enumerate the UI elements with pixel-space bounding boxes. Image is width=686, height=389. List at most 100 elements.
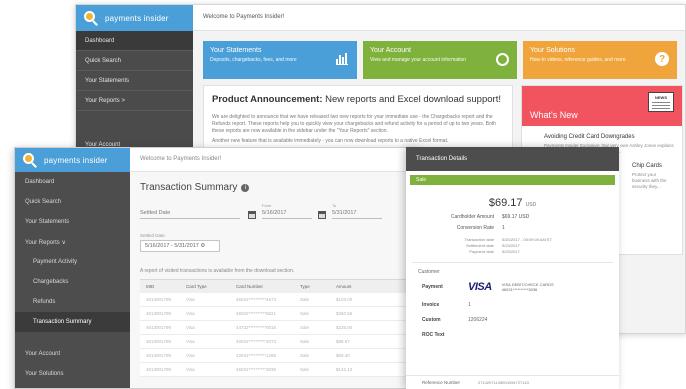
calendar-icon[interactable] (248, 211, 256, 219)
top-bar: Welcome to Payments Insider! (130, 148, 419, 172)
announcement-body-2: Another new feature that is available im… (212, 138, 449, 144)
sidebar-item-your-account[interactable]: Your Account (15, 344, 130, 364)
table-cell: Visa (186, 311, 195, 316)
invoice-row: Invoice 1 (422, 302, 471, 308)
date-type-select[interactable]: Settled Date (140, 207, 240, 219)
table-row[interactable]: 4613001799 Visa 44732**********0015 Sale $22… (140, 321, 418, 335)
payment-row: Payment VISA VISA DEBIT/CHECK CARDS 46031… (422, 281, 554, 293)
column-header[interactable]: Card Number (236, 284, 300, 289)
panel-title: Transaction Details (406, 147, 619, 171)
bar-chart-icon (335, 52, 349, 66)
from-date-field[interactable]: 5/16/2017 (262, 207, 312, 219)
magnifier-logo-icon (84, 11, 100, 26)
table-cell: 46031**********4573 (236, 297, 277, 302)
table-cell: Visa (186, 353, 195, 358)
sidebar-item-chargebacks[interactable]: Chargebacks (15, 272, 130, 292)
table-cell: $88.67 (336, 339, 350, 344)
sidebar-item-payment-activity[interactable]: Payment Activity (15, 252, 130, 272)
top-bar: Welcome to Payments Insider! (193, 5, 685, 31)
table-cell: Visa (186, 325, 195, 330)
column-header[interactable]: Type (300, 284, 336, 289)
tile-title: Your Solutions (530, 47, 575, 54)
date-range-chip[interactable]: 5/16/2017 - 5/31/2017 ⚙ (140, 240, 220, 252)
settings-icon[interactable]: ⚙ (200, 243, 205, 249)
visa-logo: VISA (468, 281, 492, 293)
app-logo[interactable]: payments insider (15, 148, 130, 172)
date-list: Transaction date 5/20/2017 - 05:09:00 AM … (406, 237, 619, 254)
table-cell: 40031**********4073 (236, 339, 277, 344)
magnifier-logo-icon (23, 153, 39, 168)
table-cell: 43031**********1285 (236, 353, 277, 358)
custom-row: Custom 1206224 (422, 317, 488, 323)
quick-tiles: Your Statements Deposits, chargebacks, f… (203, 41, 677, 79)
table-cell: 44732**********0015 (236, 325, 277, 330)
table-cell: Visa (186, 367, 195, 372)
table-cell: 46031**********3036 (236, 367, 277, 372)
conversion-rate-row: Conversion Rate 1 (456, 225, 505, 231)
table-cell: 4613001799 (146, 353, 172, 358)
table-row[interactable]: 4613001799 Visa 46031**********4573 Sale $10… (140, 293, 418, 307)
sidebar-item-reports[interactable]: Your Reports > (76, 91, 193, 111)
card-info: VISA DEBIT/CHECK CARDS 46031**********303… (501, 282, 554, 292)
page-title: Transaction Summary i (140, 182, 419, 193)
table-cell: Visa (186, 339, 195, 344)
newspaper-icon: NEWS (648, 92, 674, 112)
sidebar-item-dashboard[interactable]: Dashboard (15, 172, 130, 192)
sidebar-item-quick-search[interactable]: Quick Search (76, 51, 193, 71)
sidebar-item-your-solutions[interactable]: Your Solutions (15, 364, 130, 384)
announcement-title: Product Announcement: New reports and Ex… (212, 94, 501, 105)
column-header[interactable]: MID (140, 284, 186, 289)
table-cell: Sale (300, 367, 310, 372)
table-cell: Sale (300, 311, 310, 316)
table-cell: Sale (300, 297, 310, 302)
table-row[interactable]: 4613001799 Visa 43031**********1285 Sale $69… (140, 349, 418, 363)
roc-text-row: ROC Text (422, 332, 445, 338)
user-icon (495, 52, 509, 66)
tile-statements[interactable]: Your Statements Deposits, chargebacks, f… (203, 41, 357, 79)
sidebar-item-quick-search[interactable]: Quick Search (15, 192, 130, 212)
table-cell: $69.40 (336, 353, 350, 358)
table-cell: 4613001799 (146, 339, 172, 344)
question-icon: ? (655, 52, 669, 66)
table-row[interactable]: 4613001799 Visa 46032**********6521 Sale $36… (140, 307, 418, 321)
app-logo[interactable]: payments insider (76, 5, 193, 31)
sidebar-item-statements[interactable]: Your Statements (76, 71, 193, 91)
date-row: Transaction date 5/20/2017 - 05:09:00 AM … (464, 237, 553, 242)
tile-subtitle: How-to videos, reference guides, and mor… (530, 57, 626, 63)
date-row: Settlement date 5/23/2017 (465, 243, 520, 248)
cardholder-amount-row: Cardholder Amount $69.17 USD (450, 214, 530, 220)
info-icon[interactable]: i (241, 184, 250, 192)
column-header[interactable]: Amount (336, 284, 386, 289)
sidebar-item-dashboard[interactable]: Dashboard (76, 31, 193, 51)
table-cell: Visa (186, 297, 195, 302)
divider (412, 262, 613, 263)
table-row[interactable]: 4613001799 Visa 46031**********3036 Sale $14… (140, 363, 418, 377)
table-cell: 4613001799 (146, 297, 172, 302)
sidebar-item-your-statements[interactable]: Your Statements (15, 212, 130, 232)
transaction-summary-main: Transaction Summary i Settled Date From 5… (130, 172, 419, 388)
table-cell: $360.56 (336, 311, 353, 316)
tile-account[interactable]: Your Account View and manage your accoun… (363, 41, 517, 79)
tile-solutions[interactable]: Your Solutions How-to videos, reference … (523, 41, 677, 79)
sidebar-item-transaction-summary[interactable]: Transaction Summary (15, 312, 130, 332)
table-row[interactable]: 4613001799 Visa 40031**********4073 Sale $88… (140, 335, 418, 349)
transactions-table: MID Card Type Card Number Type Amount 46… (140, 279, 418, 377)
tile-title: Your Statements (210, 47, 262, 54)
tile-title: Your Account (370, 47, 411, 54)
table-cell: $225.00 (336, 325, 353, 330)
transaction-summary-window: payments insider Welcome to Payments Ins… (14, 147, 420, 389)
sidebar: Dashboard Quick Search Your Statements Your… (15, 172, 130, 388)
to-date-field[interactable]: 5/31/2017 (332, 207, 382, 219)
table-cell: $103.00 (336, 297, 353, 302)
table-cell: 4613001799 (146, 367, 172, 372)
transaction-type-bar: Sale (410, 175, 615, 185)
transaction-amount: $69.17 USD (488, 197, 537, 209)
table-cell: 4613001799 (146, 311, 172, 316)
table-cell: 46032**********6521 (236, 311, 277, 316)
calendar-icon[interactable] (318, 211, 326, 219)
table-cell: Sale (300, 325, 310, 330)
tile-subtitle: View and manage your account information (370, 57, 467, 63)
column-header[interactable]: Card Type (186, 284, 236, 289)
sidebar-item-your-reports[interactable]: Your Reports ∨ (15, 232, 130, 252)
sidebar-item-refunds[interactable]: Refunds (15, 292, 130, 312)
